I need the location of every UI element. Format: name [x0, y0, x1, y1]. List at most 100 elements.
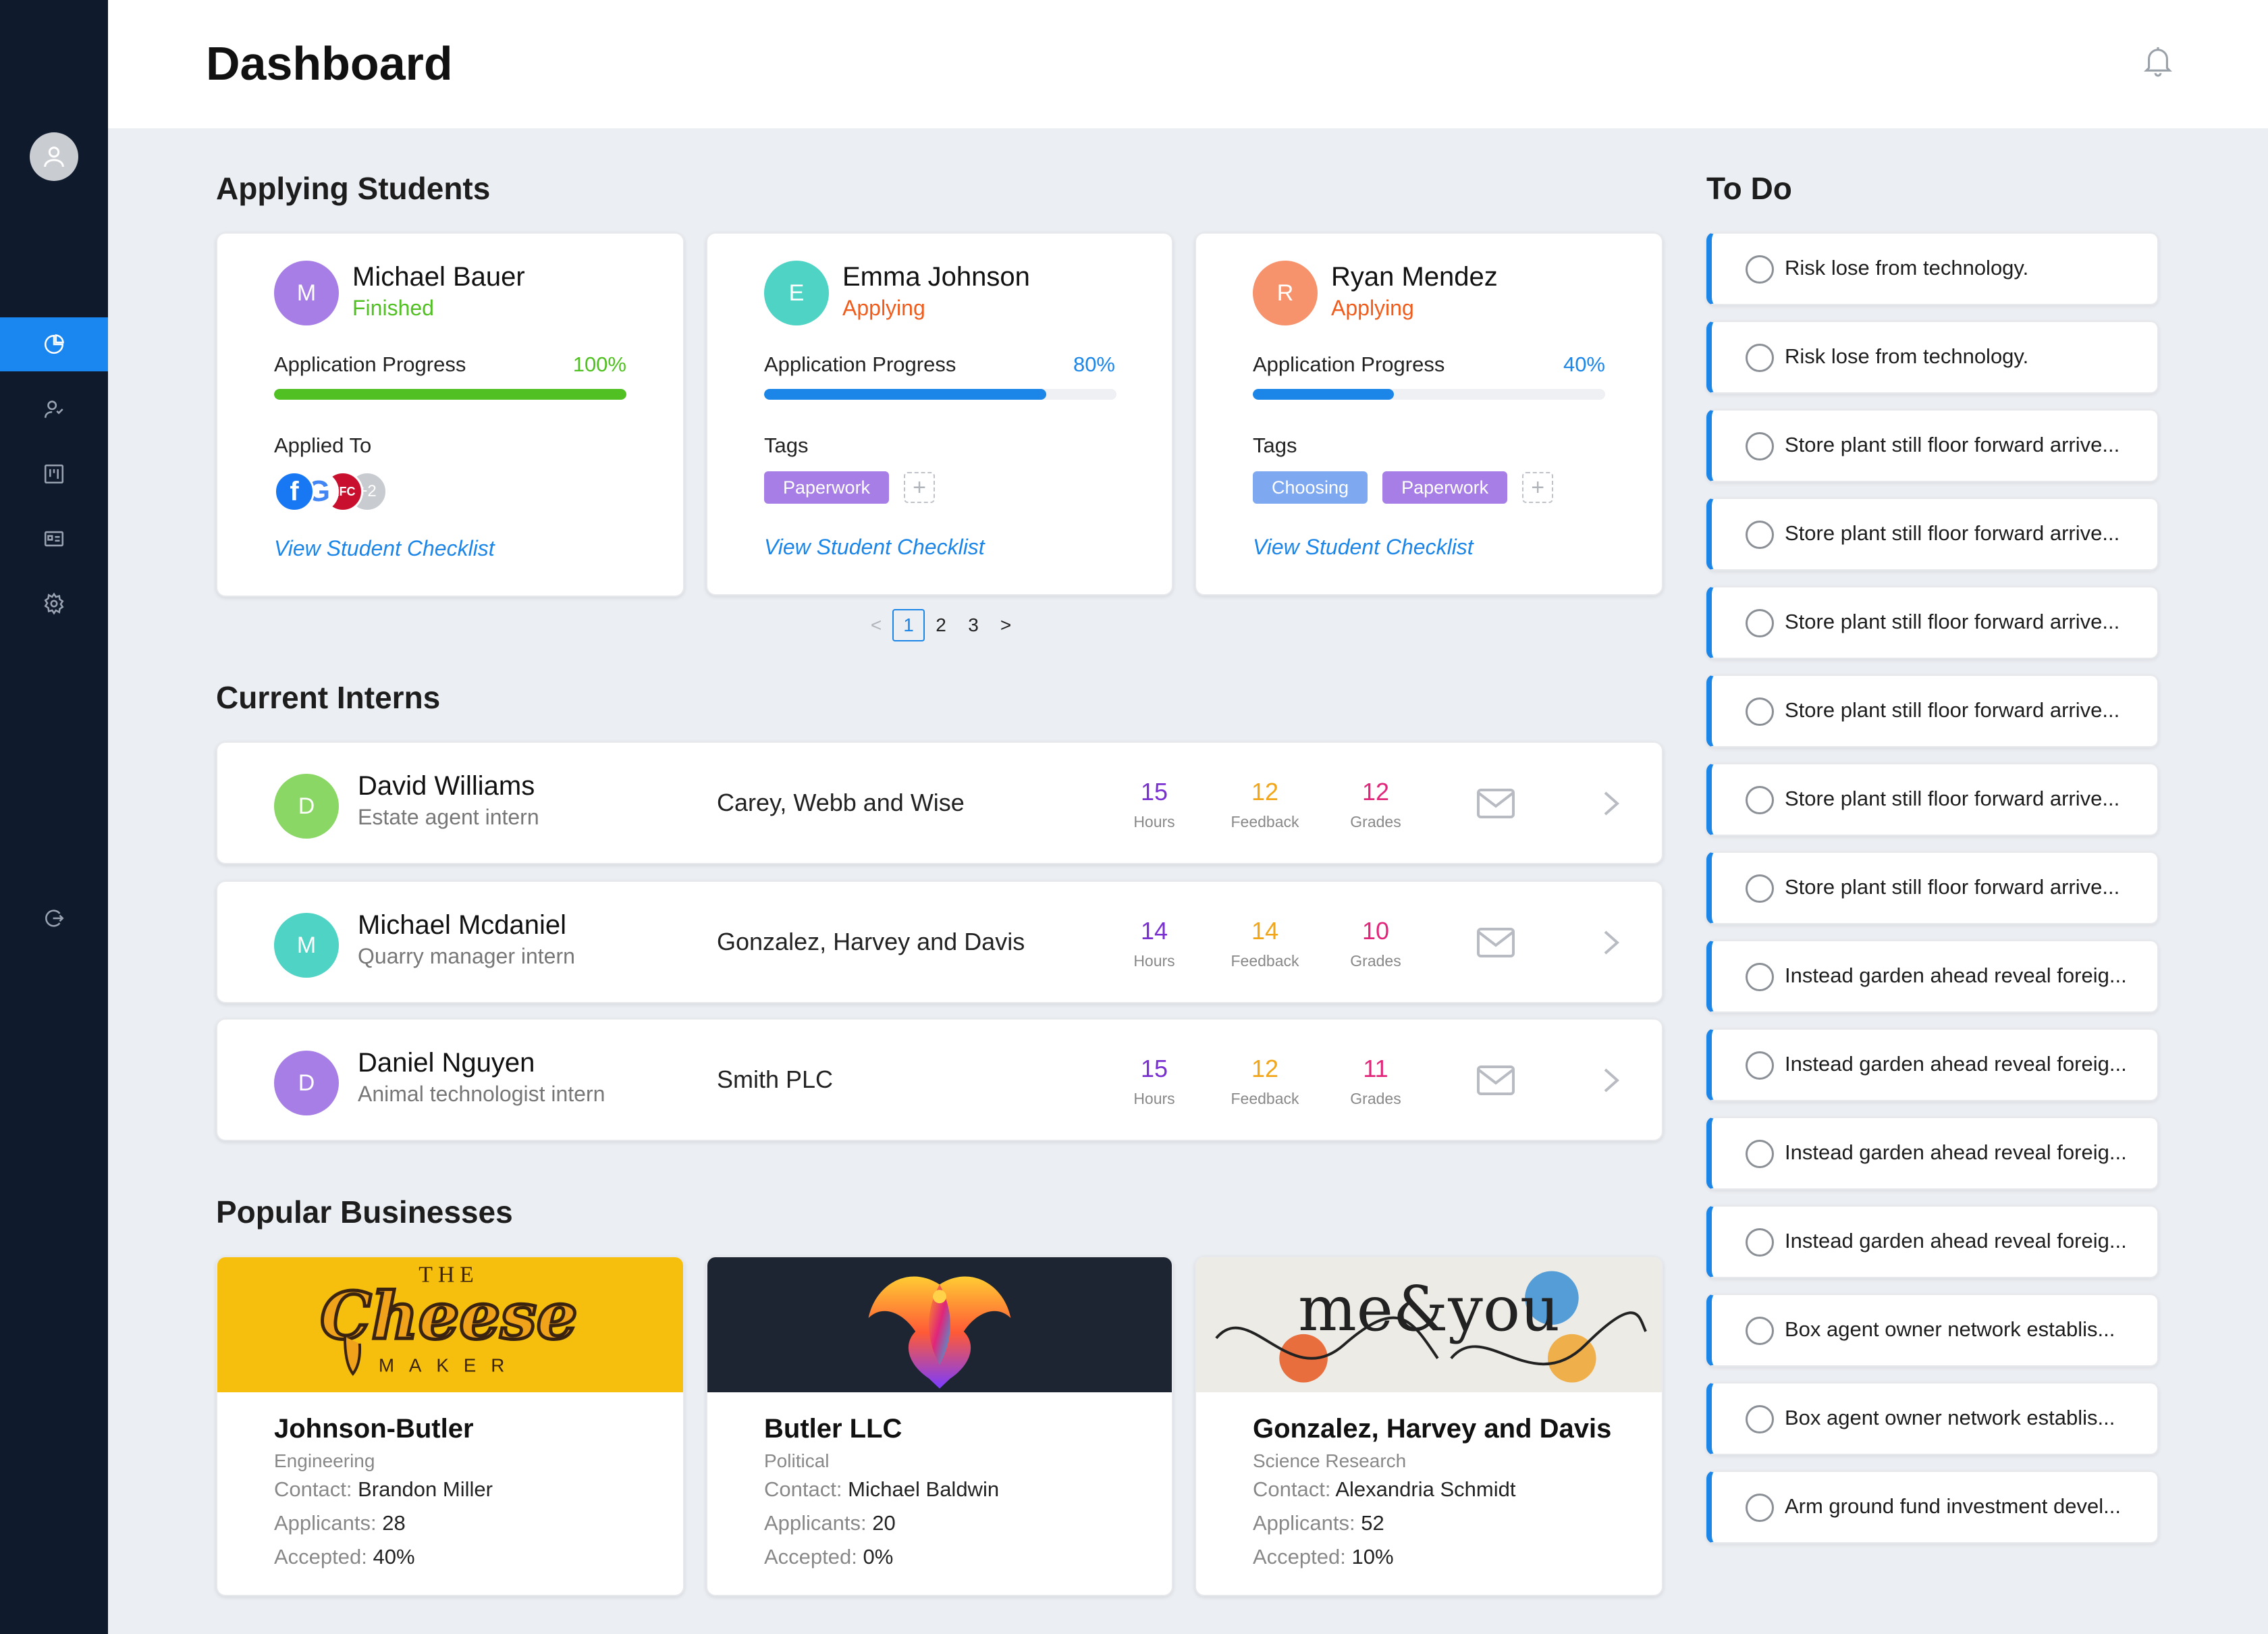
todo-checkbox[interactable]: [1746, 1494, 1774, 1522]
intern-row[interactable]: D David Williams Estate agent intern Car…: [216, 741, 1663, 864]
sidebar-item-dashboard[interactable]: [0, 317, 108, 371]
accepted-value: 0%: [863, 1545, 894, 1569]
todo-checkbox[interactable]: [1746, 344, 1774, 372]
id-card-icon: [44, 531, 64, 547]
todo-item[interactable]: Arm ground fund investment devel...: [1706, 1471, 2159, 1544]
hours-label: Hours: [1133, 1090, 1175, 1107]
mail-icon[interactable]: [1477, 1065, 1515, 1095]
tag-choosing[interactable]: Choosing: [1253, 471, 1368, 504]
business-card[interactable]: Butler LLC Political Contact: Michael Ba…: [706, 1256, 1173, 1596]
avatar: D: [274, 774, 339, 839]
intern-row[interactable]: M Michael Mcdaniel Quarry manager intern…: [216, 880, 1663, 1003]
page-3-button[interactable]: 3: [957, 609, 990, 641]
intern-name: Daniel Nguyen: [358, 1048, 535, 1078]
user-avatar[interactable]: [30, 132, 78, 181]
todo-item[interactable]: Instead garden ahead reveal foreig...: [1706, 1205, 2159, 1278]
todo-item[interactable]: Store plant still floor forward arrive..…: [1706, 498, 2159, 571]
feedback-label: Feedback: [1231, 1090, 1299, 1107]
todo-checkbox[interactable]: [1746, 1140, 1774, 1168]
section-title-applying: Applying Students: [216, 171, 491, 206]
kanban-icon: [44, 464, 64, 484]
todo-item[interactable]: Instead garden ahead reveal foreig...: [1706, 940, 2159, 1013]
contact-label: Contact:: [1253, 1477, 1331, 1501]
sidebar: [0, 0, 108, 1634]
chevron-right-icon[interactable]: [1602, 929, 1620, 956]
grades-label: Grades: [1350, 952, 1401, 970]
todo-checkbox[interactable]: [1746, 1051, 1774, 1080]
todo-checkbox[interactable]: [1746, 1317, 1774, 1345]
facebook-icon: f: [274, 471, 315, 512]
intern-role: Quarry manager intern: [358, 944, 575, 968]
business-card[interactable]: me&you Gonzalez, Harvey and Davis Scienc…: [1195, 1256, 1663, 1596]
todo-text: Arm ground fund investment devel...: [1785, 1494, 2121, 1518]
chevron-right-icon[interactable]: [1602, 1067, 1620, 1094]
todo-text: Box agent owner network establis...: [1785, 1406, 2115, 1429]
todo-checkbox[interactable]: [1746, 432, 1774, 460]
intern-name: Michael Mcdaniel: [358, 910, 567, 940]
feedback-label: Feedback: [1231, 813, 1299, 831]
sidebar-item-logout[interactable]: [0, 891, 108, 945]
todo-item[interactable]: Risk lose from technology.: [1706, 232, 2159, 305]
grades-value: 11: [1363, 1055, 1388, 1082]
todo-checkbox[interactable]: [1746, 874, 1774, 903]
todo-checkbox[interactable]: [1746, 255, 1774, 284]
business-category: Science Research: [1253, 1450, 1407, 1471]
intern-name: David Williams: [358, 771, 535, 801]
todo-checkbox[interactable]: [1746, 1228, 1774, 1257]
todo-text: Instead garden ahead reveal foreig...: [1785, 964, 2127, 987]
tag-paperwork[interactable]: Paperwork: [1382, 471, 1508, 504]
todo-checkbox[interactable]: [1746, 786, 1774, 814]
todo-item[interactable]: Box agent owner network establis...: [1706, 1382, 2159, 1455]
todo-item[interactable]: Instead garden ahead reveal foreig...: [1706, 1028, 2159, 1101]
tag-paperwork[interactable]: Paperwork: [764, 471, 890, 504]
contact-value: Brandon Miller: [358, 1477, 493, 1501]
mail-icon[interactable]: [1477, 789, 1515, 818]
todo-item[interactable]: Store plant still floor forward arrive..…: [1706, 675, 2159, 747]
page-1-button[interactable]: 1: [892, 609, 925, 641]
progress-bar: [764, 389, 1116, 400]
todo-checkbox[interactable]: [1746, 697, 1774, 726]
chevron-right-icon[interactable]: [1602, 790, 1620, 817]
todo-checkbox[interactable]: [1746, 963, 1774, 991]
bell-icon[interactable]: [2142, 45, 2174, 78]
todo-text: Store plant still floor forward arrive..…: [1785, 787, 2120, 810]
grades-label: Grades: [1350, 1090, 1401, 1107]
feedback-stat: 14 Feedback: [1218, 917, 1312, 970]
todo-item[interactable]: Box agent owner network establis...: [1706, 1294, 2159, 1367]
avatar: R: [1253, 261, 1318, 325]
add-tag-button[interactable]: +: [1522, 472, 1554, 503]
next-page-button[interactable]: >: [990, 609, 1022, 641]
contact-label: Contact:: [274, 1477, 352, 1501]
progress-label: Application Progress: [1253, 352, 1445, 376]
todo-text: Risk lose from technology.: [1785, 256, 2029, 280]
business-applicants: Applicants: 28: [274, 1511, 406, 1535]
hours-value: 15: [1140, 778, 1168, 806]
intern-row[interactable]: D Daniel Nguyen Animal technologist inte…: [216, 1018, 1663, 1141]
business-card[interactable]: THE Cheese MAKER Johnson-Butler Engineer…: [216, 1256, 684, 1596]
todo-item[interactable]: Store plant still floor forward arrive..…: [1706, 409, 2159, 482]
todo-checkbox[interactable]: [1746, 1405, 1774, 1433]
sidebar-item-students[interactable]: [0, 382, 108, 436]
todo-item[interactable]: Instead garden ahead reveal foreig...: [1706, 1117, 2159, 1190]
todo-item[interactable]: Risk lose from technology.: [1706, 321, 2159, 394]
add-tag-button[interactable]: +: [904, 472, 936, 503]
view-checklist-link[interactable]: View Student Checklist: [764, 535, 985, 560]
todo-checkbox[interactable]: [1746, 609, 1774, 637]
mail-icon[interactable]: [1477, 928, 1515, 957]
page-2-button[interactable]: 2: [925, 609, 957, 641]
accepted-label: Accepted:: [1253, 1545, 1346, 1569]
view-checklist-link[interactable]: View Student Checklist: [274, 536, 495, 561]
users-icon: [44, 400, 63, 418]
progress-value: 40%: [1563, 352, 1605, 376]
sidebar-item-id-card[interactable]: [0, 512, 108, 566]
todo-item[interactable]: Store plant still floor forward arrive..…: [1706, 851, 2159, 924]
prev-page-button[interactable]: <: [860, 609, 892, 641]
todo-item[interactable]: Store plant still floor forward arrive..…: [1706, 586, 2159, 659]
applicants-label: Applicants:: [1253, 1511, 1355, 1535]
contact-label: Contact:: [764, 1477, 842, 1501]
todo-checkbox[interactable]: [1746, 521, 1774, 549]
sidebar-item-board[interactable]: [0, 447, 108, 501]
view-checklist-link[interactable]: View Student Checklist: [1253, 535, 1474, 560]
todo-item[interactable]: Store plant still floor forward arrive..…: [1706, 763, 2159, 836]
sidebar-item-settings[interactable]: [0, 577, 108, 631]
